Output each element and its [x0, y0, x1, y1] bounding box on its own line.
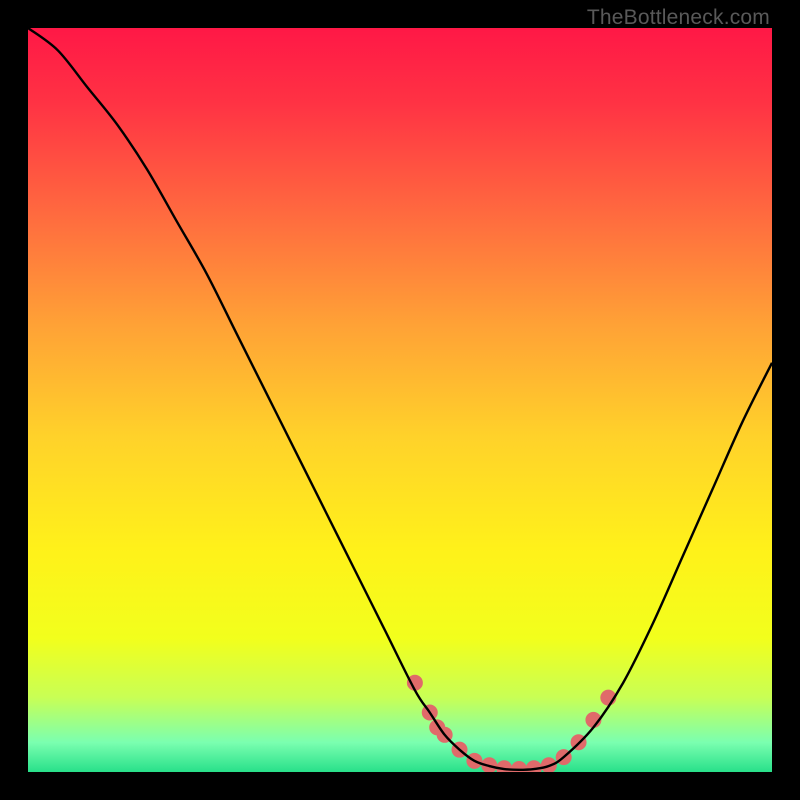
chart-svg	[28, 28, 772, 772]
watermark-text: TheBottleneck.com	[587, 6, 770, 30]
chart-frame	[28, 28, 772, 772]
